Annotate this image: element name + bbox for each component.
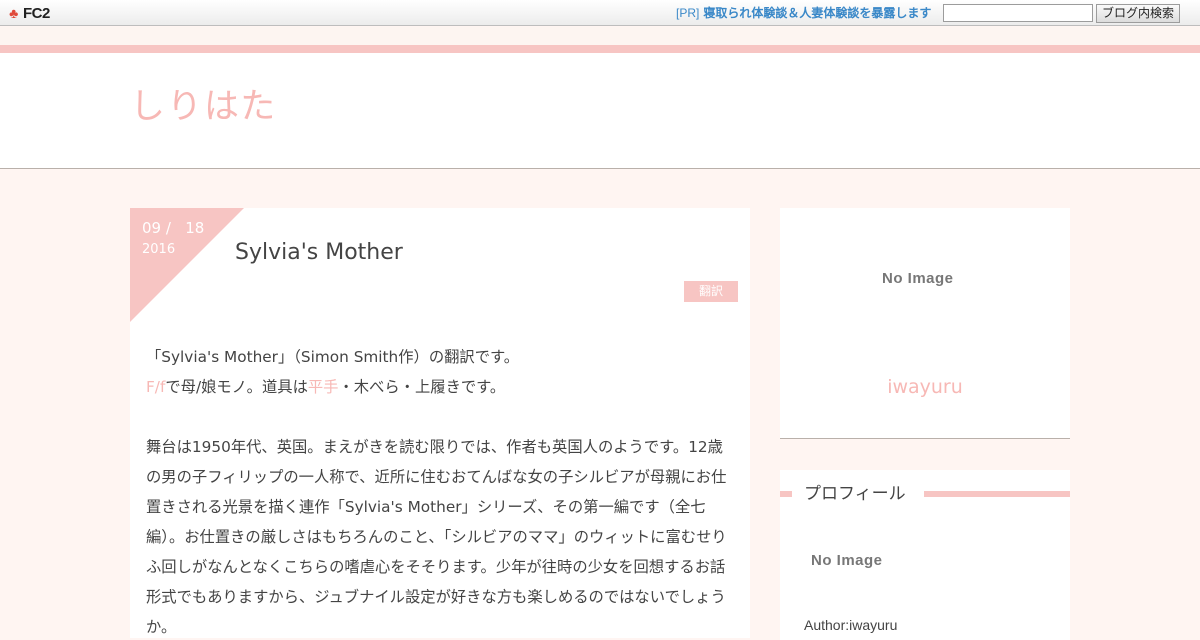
blog-search-button[interactable]: ブログ内検索 [1096, 4, 1180, 23]
pr-tag: [PR] [676, 6, 700, 20]
post-body: 「Sylvia's Mother」（Simon Smith作）の翻訳です。 F/… [146, 342, 732, 638]
fc2-fox-icon: ♣ [9, 4, 18, 21]
post-tags-text-1: で母/娘モノ。道具は [165, 378, 308, 396]
post-intro-line: 「Sylvia's Mother」（Simon Smith作）の翻訳です。 [146, 348, 520, 366]
profile-heading-bar-left [780, 491, 792, 497]
category-badge[interactable]: 翻訳 [684, 281, 738, 302]
fc2-toolbar: ♣ FC2 [PR] 寝取られ体験談＆人妻体験談を暴露します ブログ内検索 [0, 0, 1200, 26]
blog-post: 09 / 18 2016 Sylvia's Mother 翻訳 「Sylvia'… [130, 208, 750, 638]
profile-heading-bar-right [924, 491, 1070, 497]
profile-heading: プロフィール [804, 484, 906, 504]
genre-tag-link[interactable]: F/f [146, 378, 165, 396]
author-name[interactable]: iwayuru [780, 375, 1070, 399]
profile-no-image: No Image [811, 552, 883, 569]
profile-author: Author:iwayuru [804, 617, 898, 633]
pr-ad: [PR] 寝取られ体験談＆人妻体験談を暴露します [676, 5, 931, 21]
site-title[interactable]: しりはた [130, 85, 277, 129]
site-header: しりはた [0, 53, 1200, 169]
header-accent-line [0, 45, 1200, 53]
post-date-year: 2016 [142, 242, 176, 257]
fc2-logo[interactable]: ♣ FC2 [6, 4, 50, 22]
post-tags-line: F/fで母/娘モノ。道具は平手・木べら・上履きです。 [146, 372, 732, 402]
sidebar-profile: プロフィール No Image Author:iwayuru [780, 470, 1070, 640]
header-top-strip [0, 27, 1200, 45]
implement-tag-link[interactable]: 平手 [308, 378, 339, 396]
sidebar-author-card: No Image iwayuru [780, 208, 1070, 439]
post-paragraph: 舞台は1950年代、英国。まえがきを読む限りでは、作者も英国人のようです。12歳… [146, 438, 727, 636]
post-date-month-day: 09 / 18 [142, 219, 205, 237]
blog-search-input[interactable] [943, 4, 1093, 22]
fc2-logo-text: FC2 [23, 4, 50, 22]
pr-ad-link[interactable]: 寝取られ体験談＆人妻体験談を暴露します [703, 6, 931, 20]
author-no-image: No Image [882, 270, 954, 287]
post-tags-text-2: ・木べら・上履きです。 [338, 378, 506, 396]
post-title[interactable]: Sylvia's Mother [235, 239, 403, 267]
